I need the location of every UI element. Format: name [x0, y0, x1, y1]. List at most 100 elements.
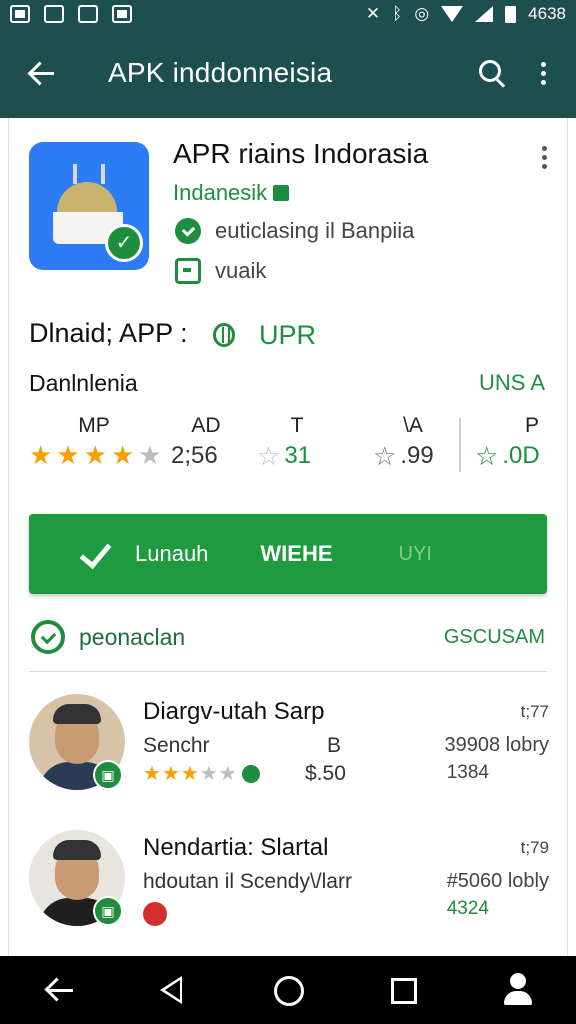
star-outline-icon: ☆ — [475, 441, 499, 471]
review-meta-right: #5060 lobly — [446, 870, 549, 892]
reviewer-name: Diargv-utah Sarp — [143, 698, 325, 725]
star-icon: ★ — [56, 440, 80, 470]
section-action-link[interactable]: UNS A — [479, 370, 545, 396]
navigation-bar — [0, 956, 576, 1024]
section-subtitle: Danlnlenia — [29, 370, 138, 396]
review-count: 1384 — [446, 762, 489, 783]
badge-icon — [241, 765, 260, 783]
developer-link[interactable]: Indanesik — [173, 180, 290, 206]
install-button-label: UYI — [398, 542, 432, 565]
app-name: APR riains Indorasia — [173, 138, 429, 169]
nfc-icon: ✕ — [365, 4, 381, 23]
search-icon[interactable] — [472, 53, 512, 93]
alert-icon — [143, 902, 167, 926]
back-arrow-icon[interactable] — [24, 53, 64, 93]
stats-divider — [459, 418, 461, 472]
rating-stars: ★ ★ ★ ★ ★ — [29, 440, 162, 470]
reviewer-name: Nendartia: Slartal — [143, 834, 329, 861]
review-value: $.50 — [305, 762, 346, 785]
android-antenna — [101, 164, 105, 184]
app-info-line: euticlasing il Banpiia — [215, 218, 415, 243]
star-icon: ★ — [218, 763, 237, 785]
stat-label: AD — [191, 414, 221, 437]
star-icon: ★ — [138, 440, 162, 470]
android-antenna — [73, 164, 77, 184]
review-meta-right: 39908 lobry — [444, 734, 549, 756]
alarm-icon: ◎ — [414, 4, 430, 23]
review-date: t;77 — [520, 702, 549, 721]
android-head — [57, 182, 117, 212]
stat-label: P — [524, 414, 539, 437]
star-icon: ★ — [199, 763, 218, 785]
app-bar: APK inddonneisia — [0, 28, 576, 118]
stat-value: .0D — [502, 442, 540, 469]
notification-icons — [10, 5, 132, 23]
stat-value: 2;56 — [171, 442, 218, 469]
section-title: Dlnaid; APP : — [29, 318, 188, 348]
app-info-line: vuaik — [215, 258, 267, 283]
stat-rating: MP ★ ★ ★ ★ ★ — [29, 414, 162, 480]
review-stars: ★ ★ ★ ★ ★ — [143, 764, 260, 784]
review-item[interactable]: ▣ Nendartia: Slartal t;79 hdoutan il Sce… — [29, 830, 549, 940]
star-icon: ★ — [161, 763, 180, 785]
verified-badge-icon: ✓ — [105, 224, 143, 262]
nav-triangle-back-icon[interactable] — [148, 965, 198, 1015]
star-icon: ★ — [110, 440, 135, 470]
page-title: APK inddonneisia — [108, 57, 333, 88]
stat-t: T ☆ 31 — [257, 414, 337, 480]
notification-icon — [10, 5, 30, 23]
review-count: 4324 — [446, 898, 489, 919]
user-badge-icon: ▣ — [93, 896, 123, 926]
user-badge-icon: ▣ — [93, 760, 123, 790]
stat-label: \A — [403, 414, 423, 437]
install-button[interactable]: Lunauh WIEHE UYI — [29, 514, 547, 594]
stat-ad: AD 2;56 — [171, 414, 241, 480]
lock-icon — [112, 5, 132, 23]
box-icon — [175, 258, 201, 284]
install-button-label: WIEHE — [260, 541, 333, 566]
bluetooth-icon: ᛒ — [392, 4, 403, 23]
star-icon: ★ — [180, 763, 199, 785]
image-icon — [44, 5, 64, 23]
overflow-menu-icon[interactable] — [528, 53, 558, 93]
review-text: hdoutan il Scendy\/larr — [143, 870, 352, 893]
store-icon — [273, 185, 290, 201]
section-badge: UPR — [259, 320, 317, 350]
stats-row: MP ★ ★ ★ ★ ★ AD 2;56 T ☆ 31 \A ☆ .99 P ☆ .0… — [29, 414, 549, 480]
star-icon: ★ — [83, 440, 107, 470]
star-outline-icon: ☆ — [373, 441, 397, 471]
card-menu-icon[interactable] — [539, 146, 549, 169]
review-text: Senchr — [143, 734, 210, 757]
check-icon — [79, 536, 115, 572]
review-date: t;79 — [520, 838, 549, 857]
star-icon: ★ — [29, 440, 53, 470]
download-icon — [78, 5, 98, 23]
reviews-title: peonaclan — [79, 624, 186, 650]
star-outline-icon: ☆ — [257, 441, 281, 471]
stat-value: 31 — [284, 442, 312, 469]
review-item[interactable]: ▣ Diargv-utah Sarp t;77 Senchr B 39908 l… — [29, 694, 549, 804]
diamond-icon — [213, 323, 235, 347]
stat-p: P ☆ .0D — [475, 414, 549, 480]
battery-icon — [505, 5, 517, 23]
nav-home-icon[interactable] — [263, 965, 313, 1015]
nav-recents-icon[interactable] — [378, 965, 428, 1015]
app-detail-card: ✓ APR riains Indorasia Indanesik euticla… — [8, 118, 568, 958]
developer-name: Indanesik — [173, 180, 268, 205]
wifi-icon — [441, 6, 464, 22]
system-icons: ✕ ᛒ ◎ 4638 — [366, 4, 566, 24]
stat-label: T — [290, 414, 304, 437]
stat-value: .99 — [400, 442, 434, 469]
app-icon: ✓ — [29, 142, 149, 270]
divider — [29, 671, 547, 672]
reviews-icon — [31, 620, 65, 654]
status-time: 4638 — [528, 4, 566, 23]
star-icon: ★ — [143, 763, 161, 785]
nav-back-icon[interactable] — [33, 965, 83, 1015]
nav-profile-icon[interactable] — [493, 965, 543, 1015]
reviews-see-all-link[interactable]: GSCUSAM — [444, 626, 545, 649]
stat-a: \A ☆ .99 — [373, 414, 453, 480]
status-bar: ✕ ᛒ ◎ 4638 — [0, 0, 576, 28]
install-button-label: Lunauh — [135, 541, 209, 566]
stat-label: MP — [78, 414, 110, 437]
